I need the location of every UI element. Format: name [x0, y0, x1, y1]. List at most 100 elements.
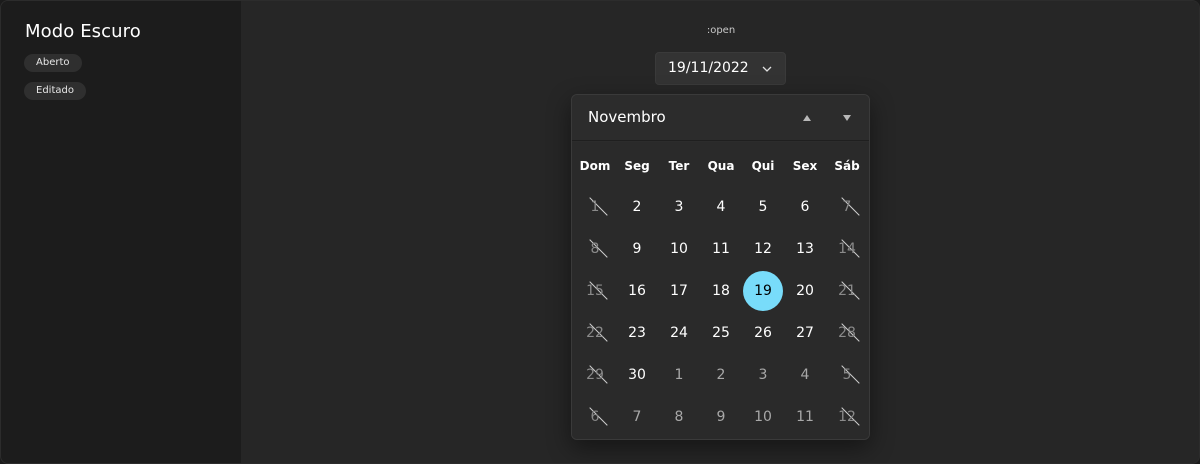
day-number: 11 [712, 241, 730, 257]
chip-aberto[interactable]: Aberto [24, 54, 82, 72]
calendar-week-row: 22 23 24 25 26 27 28 [574, 312, 869, 354]
day-number: 4 [716, 199, 726, 215]
day-number: 17 [670, 283, 688, 299]
day-number: 8 [674, 409, 684, 425]
calendar-day: 7 [826, 186, 868, 228]
calendar-day[interactable]: 3 [742, 354, 784, 396]
weekday-label: Dom [579, 159, 611, 173]
weekday-label: Qui [751, 159, 775, 173]
calendar-day[interactable]: 8 [658, 396, 700, 438]
day-number: 5 [758, 199, 768, 215]
sidebar: Modo Escuro Aberto Editado [1, 1, 241, 463]
calendar-day: 5 [826, 354, 868, 396]
day-number: 1 [674, 367, 684, 383]
calendar-day[interactable]: 30 [616, 354, 658, 396]
sidebar-title: Modo Escuro [25, 21, 141, 42]
day-number: 1 [590, 199, 600, 215]
day-number: 12 [838, 409, 856, 425]
calendar-day[interactable]: 17 [658, 270, 700, 312]
day-number: 7 [632, 409, 642, 425]
calendar-header: Novembro [572, 95, 869, 141]
day-number: 29 [586, 367, 604, 383]
day-number: 24 [670, 325, 688, 341]
calendar-day[interactable]: 26 [742, 312, 784, 354]
calendar-day: 6 [574, 396, 616, 438]
day-number: 4 [800, 367, 810, 383]
day-number: 2 [632, 199, 642, 215]
calendar-day: 12 [826, 396, 868, 438]
day-number: 9 [632, 241, 642, 257]
calendar-day[interactable]: 4 [784, 354, 826, 396]
calendar-day: 8 [574, 228, 616, 270]
calendar-day[interactable]: 11 [784, 396, 826, 438]
calendar-day: 14 [826, 228, 868, 270]
calendar-day: 29 [574, 354, 616, 396]
day-number: 22 [586, 325, 604, 341]
day-number: 11 [796, 409, 814, 425]
calendar-day[interactable]: 2 [700, 354, 742, 396]
day-number: 6 [590, 409, 600, 425]
day-number: 16 [628, 283, 646, 299]
chip-editado[interactable]: Editado [24, 82, 86, 100]
calendar-day[interactable]: 9 [700, 396, 742, 438]
calendar-day[interactable]: 2 [616, 186, 658, 228]
calendar-day[interactable]: 24 [658, 312, 700, 354]
calendar-body: Dom Seg Ter Qua Qui Sex Sáb 1 2 3 4 5 6 7 8 9 10 1… [572, 142, 869, 439]
calendar-day: 22 [574, 312, 616, 354]
weekday-label: Ter [668, 159, 690, 173]
day-number: 3 [674, 199, 684, 215]
day-number: 6 [800, 199, 810, 215]
calendar-day[interactable]: 25 [700, 312, 742, 354]
calendar-day[interactable]: 1 [658, 354, 700, 396]
day-number: 3 [758, 367, 768, 383]
day-number: 9 [716, 409, 726, 425]
day-number: 20 [796, 283, 814, 299]
weekday-label: Qua [707, 159, 735, 173]
day-number: 12 [754, 241, 772, 257]
calendar-day[interactable]: 12 [742, 228, 784, 270]
calendar-week-row: 15 16 17 18 19 20 21 [574, 270, 869, 312]
calendar-week-row: 1 2 3 4 5 6 7 [574, 186, 869, 228]
date-picker-input[interactable]: 19/11/2022 [655, 52, 786, 85]
calendar-day[interactable]: 27 [784, 312, 826, 354]
day-number: 15 [586, 283, 604, 299]
calendar-day[interactable]: 16 [616, 270, 658, 312]
calendar-day[interactable]: 7 [616, 396, 658, 438]
calendar-day[interactable]: 3 [658, 186, 700, 228]
app-window: Modo Escuro Aberto Editado :open 19/11/2… [0, 0, 1200, 464]
next-month-button[interactable] [838, 109, 856, 127]
calendar-day: 21 [826, 270, 868, 312]
calendar-day[interactable]: 20 [784, 270, 826, 312]
calendar-day-selected[interactable]: 19 [742, 270, 784, 312]
weekday-header: Dom Seg Ter Qua Qui Sex Sáb [574, 142, 869, 182]
day-number: 23 [628, 325, 646, 341]
day-number: 14 [838, 241, 856, 257]
day-number: 13 [796, 241, 814, 257]
calendar-day[interactable]: 10 [658, 228, 700, 270]
calendar-day[interactable]: 10 [742, 396, 784, 438]
day-grid: 1 2 3 4 5 6 7 8 9 10 11 12 13 14 15 16 17 18 19 20 21 22 23 24 2… [574, 186, 869, 438]
calendar-day[interactable]: 6 [784, 186, 826, 228]
main-panel: :open 19/11/2022 Novembro Dom Seg Ter Qu… [241, 1, 1199, 463]
calendar-day[interactable]: 11 [700, 228, 742, 270]
day-number: 5 [842, 367, 852, 383]
date-value: 19/11/2022 [668, 60, 749, 76]
weekday-label: Sex [792, 159, 818, 173]
calendar-day: 28 [826, 312, 868, 354]
calendar-day[interactable]: 23 [616, 312, 658, 354]
month-label[interactable]: Novembro [588, 95, 666, 140]
day-number: 7 [842, 199, 852, 215]
calendar-day[interactable]: 5 [742, 186, 784, 228]
calendar-day[interactable]: 9 [616, 228, 658, 270]
day-number: 28 [838, 325, 856, 341]
previous-month-button[interactable] [798, 109, 816, 127]
calendar-day[interactable]: 4 [700, 186, 742, 228]
chevron-down-icon [762, 66, 772, 72]
calendar-day[interactable]: 18 [700, 270, 742, 312]
calendar-day: 15 [574, 270, 616, 312]
day-number: 19 [754, 283, 772, 299]
day-number: 21 [838, 283, 856, 299]
day-number: 10 [670, 241, 688, 257]
calendar-day[interactable]: 13 [784, 228, 826, 270]
caret-up-icon [803, 115, 811, 121]
